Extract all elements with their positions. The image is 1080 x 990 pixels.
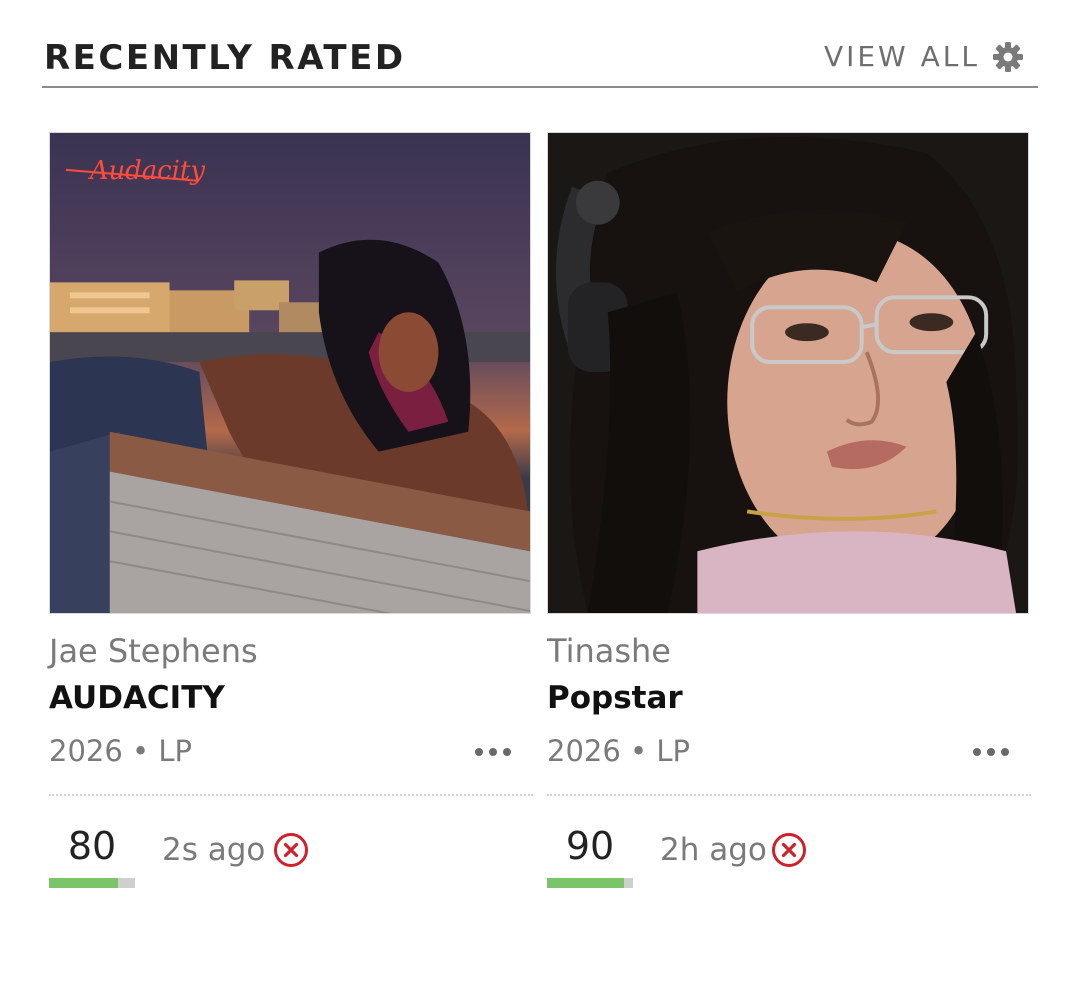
album-title[interactable]: AUDACITY	[49, 680, 225, 716]
remove-circle-icon[interactable]	[771, 832, 807, 868]
more-horizontal-icon[interactable]	[473, 744, 513, 760]
remove-circle-icon[interactable]	[273, 832, 309, 868]
score-display: 80	[49, 824, 135, 890]
view-all-link[interactable]: VIEW ALL	[824, 40, 1024, 73]
score-value: 80	[67, 824, 117, 868]
rated-time: 2s ago	[162, 832, 266, 868]
card-divider	[547, 794, 1031, 796]
cover-neon-text: Audacity	[88, 156, 206, 186]
gear-icon[interactable]	[992, 41, 1024, 73]
more-horizontal-icon[interactable]	[971, 744, 1011, 760]
section-header: RECENTLY RATED VIEW ALL	[42, 30, 1038, 88]
album-title[interactable]: Popstar	[547, 680, 683, 716]
score-bar-fill	[547, 878, 625, 888]
recently-rated-widget: RECENTLY RATED VIEW ALL Audacity Jae Ste…	[0, 0, 1080, 990]
score-display: 90	[547, 824, 633, 890]
rated-time: 2h ago	[660, 832, 767, 868]
album-cover-art-popstar	[548, 133, 1028, 613]
album-cover[interactable]: Audacity	[49, 132, 531, 614]
card-divider	[49, 794, 533, 796]
score-bar	[547, 878, 633, 888]
album-cover[interactable]	[547, 132, 1029, 614]
album-cover-art-audacity: Audacity	[50, 133, 530, 613]
score-bar-fill	[49, 878, 118, 888]
score-bar	[49, 878, 135, 888]
release-meta: 2026 • LP	[49, 734, 192, 768]
score-value: 90	[565, 824, 615, 868]
view-all-label: VIEW ALL	[823, 40, 980, 73]
artist-name[interactable]: Tinashe	[547, 632, 671, 670]
artist-name[interactable]: Jae Stephens	[49, 632, 258, 670]
section-title: RECENTLY RATED	[44, 38, 406, 78]
release-meta: 2026 • LP	[547, 734, 690, 768]
